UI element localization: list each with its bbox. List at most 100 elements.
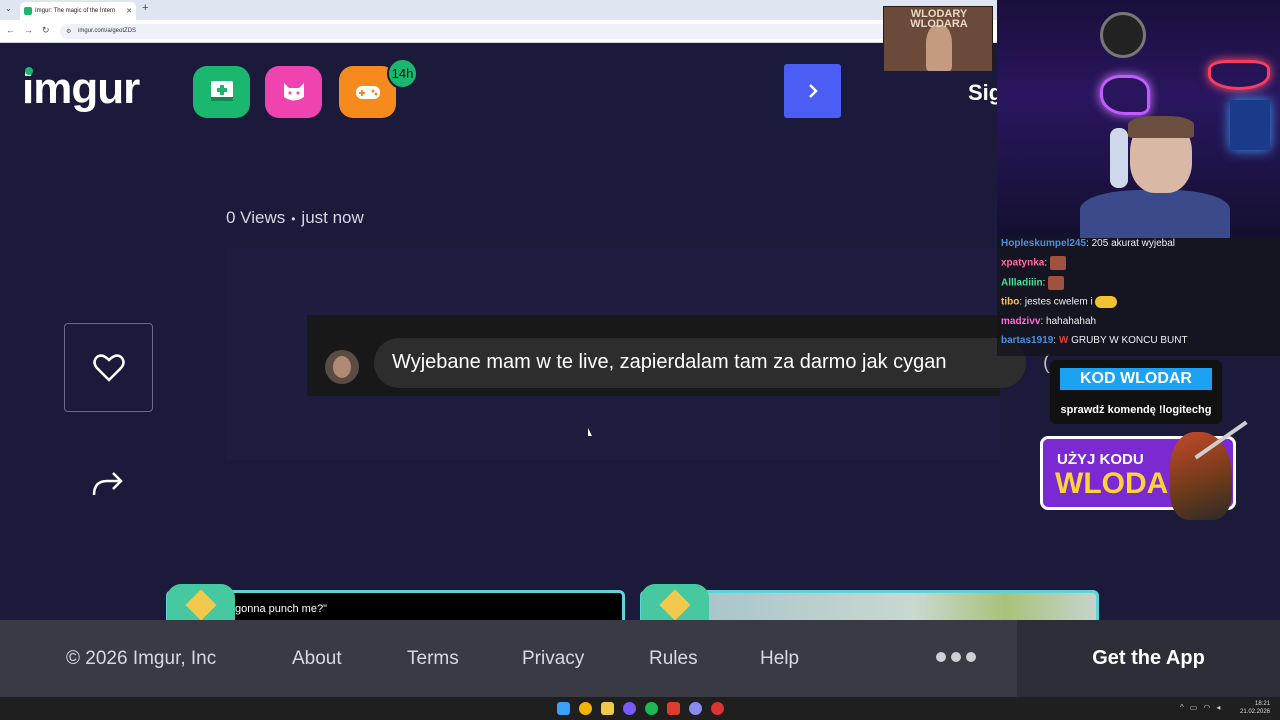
start-icon[interactable] xyxy=(557,702,570,715)
sponsor-code-title: KOD WLODAR xyxy=(1060,368,1212,390)
neon-bull-sign xyxy=(1208,60,1270,90)
chat-text: : jestes cwelem i xyxy=(1019,296,1093,308)
wlodary-title: WLODARY WLODARA xyxy=(910,8,968,30)
promoted-gem-icon xyxy=(641,584,709,624)
chat-text: : xyxy=(1053,335,1057,346)
new-tab-button[interactable]: + xyxy=(142,2,148,14)
streamer-hair xyxy=(1128,116,1194,138)
tab-close-icon[interactable]: ✕ xyxy=(126,7,132,15)
games-badge: 14h xyxy=(387,58,418,89)
footer: © 2026 Imgur, Inc About Terms Privacy Ru… xyxy=(0,620,1280,697)
spotify-icon[interactable] xyxy=(645,702,658,715)
chat-username: tibo xyxy=(1001,296,1020,308)
folder-icon[interactable] xyxy=(601,702,614,715)
footer-link-terms[interactable]: Terms xyxy=(407,648,459,670)
post-time: just now xyxy=(301,208,364,227)
system-clock[interactable]: 18:21 21.02.2026 xyxy=(1240,700,1270,716)
app-icon[interactable] xyxy=(711,702,724,715)
imgur-logo[interactable]: imgur xyxy=(22,64,140,114)
more-dots-icon[interactable] xyxy=(936,652,976,662)
back-arrow-icon[interactable]: ← xyxy=(6,25,15,35)
chat-username: Allladiiin xyxy=(1001,277,1043,289)
system-tray[interactable]: ^ ▭ ◠ ◂ xyxy=(1180,703,1220,712)
chat-text: : 205 akurat wyjebal xyxy=(1086,238,1175,249)
meta-separator: • xyxy=(291,211,296,226)
footer-link-rules[interactable]: Rules xyxy=(649,648,698,670)
footer-copyright: © 2026 Imgur, Inc xyxy=(66,648,217,669)
windows-taskbar: ^ ▭ ◠ ◂ 18:21 21.02.2026 xyxy=(0,697,1280,720)
tab-title: Imgur: The magic of the Intern xyxy=(35,8,116,14)
next-post-button[interactable] xyxy=(784,64,841,118)
browser-tab[interactable]: Imgur: The magic of the Intern ✕ xyxy=(20,2,136,20)
new-post-button[interactable] xyxy=(193,66,250,118)
sponsor-code-subtitle: sprawdź komendę !logitechg xyxy=(1060,404,1212,416)
site-info-icon[interactable]: ⚙ xyxy=(66,28,71,35)
chat-badge-icon: W xyxy=(1058,335,1069,346)
new-post-icon xyxy=(210,81,233,101)
browser-icon[interactable] xyxy=(689,702,702,715)
view-count: 0 Views xyxy=(226,208,286,227)
browser-tab-bar: ⌄ Imgur: The magic of the Intern ✕ + xyxy=(0,0,1000,20)
cat-icon xyxy=(283,83,304,101)
volume-icon[interactable]: ◂ xyxy=(1216,703,1220,712)
chat-emote-icon xyxy=(1095,296,1118,308)
share-arrow-icon xyxy=(92,472,123,496)
forward-arrow-icon[interactable]: → xyxy=(24,25,33,35)
logo-dot xyxy=(25,67,33,75)
like-button[interactable] xyxy=(64,323,153,412)
chat-text: : hahahahah xyxy=(1040,316,1097,327)
chat-message: Allladiiin: xyxy=(1001,276,1065,290)
imgur-favicon-icon xyxy=(24,7,32,15)
address-bar: ← → ↻ imgur.com/a/geotZDS ⚙ xyxy=(0,20,1000,43)
chat-text: : xyxy=(1042,277,1046,289)
url-field[interactable]: imgur.com/a/geotZDS xyxy=(60,24,960,39)
footer-link-privacy[interactable]: Privacy xyxy=(522,648,584,670)
gamepad-icon xyxy=(355,86,380,99)
reload-icon[interactable]: ↻ xyxy=(42,25,50,36)
clock-date: 21.02.2026 xyxy=(1240,709,1271,715)
chat-text: : xyxy=(1044,257,1048,269)
video-avatar xyxy=(325,350,359,384)
chat-username: xpatynka xyxy=(1001,257,1045,269)
wlodary-poster: WLODARY WLODARA xyxy=(883,6,993,72)
chat-username: bartas1919 xyxy=(1001,335,1054,346)
headset xyxy=(1110,128,1128,188)
chevron-right-icon xyxy=(808,84,818,98)
chat-username: Hopleskumpel245 xyxy=(1001,238,1087,249)
video-caption-bubble: Wyjebane mam w te live, zapierdalam tam … xyxy=(374,338,1026,388)
chat-message: Hopleskumpel245: 205 akurat wyjebal xyxy=(1001,238,1175,249)
chat-message: xpatynka: xyxy=(1001,256,1066,270)
wifi-icon[interactable]: ◠ xyxy=(1203,703,1210,712)
thumb-caption: gonna punch me?" xyxy=(235,603,327,615)
poster-figure xyxy=(926,25,952,71)
post-meta: 0 Views • just now xyxy=(226,208,364,228)
sign-in-link[interactable]: Sign in xyxy=(968,80,998,106)
rooster-mascot xyxy=(1170,432,1232,520)
mouse-cursor xyxy=(588,428,592,436)
chat-message: bartas1919: W GRUBY W KONCU BUNT xyxy=(1001,335,1188,346)
chat-username: madzivv xyxy=(1001,316,1041,327)
get-the-app-button[interactable]: Get the App xyxy=(1017,620,1280,697)
tray-chevron-icon[interactable]: ^ xyxy=(1180,703,1184,712)
promoted-gem-icon xyxy=(167,584,235,624)
stream-chat: Hopleskumpel245: 205 akurat wyjebal xpat… xyxy=(997,238,1280,356)
use-code-line1: UŻYJ KODU xyxy=(1057,451,1144,468)
footer-link-about[interactable]: About xyxy=(292,648,342,670)
cat-button[interactable] xyxy=(265,66,322,118)
footer-link-help[interactable]: Help xyxy=(760,648,799,670)
sponsor-code-banner: KOD WLODAR sprawdź komendę !logitechg xyxy=(1050,360,1222,424)
clock-time: 18:21 xyxy=(1255,701,1271,707)
discord-icon[interactable] xyxy=(623,702,636,715)
share-button[interactable] xyxy=(88,466,128,502)
streamer-shirt xyxy=(1080,190,1230,238)
chat-message: madzivv: hahahahah xyxy=(1001,316,1096,327)
chat-emote-icon xyxy=(1048,276,1065,290)
wall-vinyl-decoration xyxy=(1100,12,1146,58)
chat-text-tail: GRUBY W KONCU BUNT xyxy=(1071,335,1188,346)
app-icon[interactable] xyxy=(667,702,680,715)
neon-wolf-sign xyxy=(1100,75,1150,115)
tab-list-chevron-icon[interactable]: ⌄ xyxy=(5,4,12,13)
chat-emote-icon xyxy=(1049,256,1066,270)
network-icon[interactable]: ▭ xyxy=(1190,703,1198,712)
chrome-icon[interactable] xyxy=(579,702,592,715)
